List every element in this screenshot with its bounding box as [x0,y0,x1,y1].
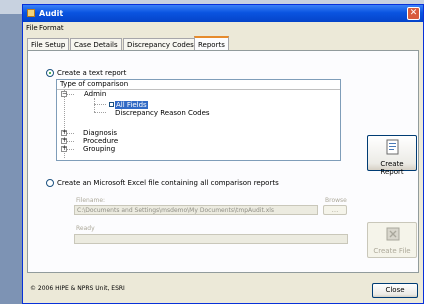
tree-line [94,98,95,112]
expand-diagnosis-icon[interactable]: + [61,130,67,136]
excel-file-icon [386,227,400,241]
tree-item-procedure[interactable]: Procedure [83,137,118,145]
report-doc-icon [386,139,399,155]
text-report-radio[interactable] [46,69,54,77]
create-file-label: Create File [373,247,411,255]
window-title: Audit [39,9,64,18]
create-report-button[interactable]: Create Report [367,135,417,176]
close-icon: ✕ [409,8,418,18]
collapse-admin-icon[interactable]: − [61,91,67,97]
menu-format[interactable]: Format [39,24,64,32]
tree-selection: All Fields [115,101,148,109]
tree-item-admin[interactable]: Admin [84,90,106,98]
tree-line [94,112,106,113]
tree-item-discrepancy-reason-codes[interactable]: Discrepancy Reason Codes [115,109,210,117]
tree-item-grouping[interactable]: Grouping [83,145,115,153]
excel-file-radio[interactable] [46,179,54,187]
copyright-text: © 2006 HIPE & NPRS Unit, ESRI [30,285,125,292]
close-window-button[interactable]: ✕ [407,7,420,20]
all-fields-checkbox[interactable] [109,102,114,107]
close-button[interactable]: Close [372,283,418,298]
filename-field[interactable]: C:\Documents and Settings\msdemo\My Docu… [74,205,318,215]
app-icon [27,9,35,17]
progress-bar [74,234,348,244]
title-bar[interactable]: Audit ✕ [23,5,423,22]
comparison-tree[interactable]: Type of comparison − Admin All Fields Di… [56,79,341,161]
ready-label: Ready [76,225,95,232]
menu-file[interactable]: File [26,24,38,32]
create-file-button[interactable]: Create File [367,222,417,258]
browse-label: Browse [325,197,347,204]
text-report-label: Create a text report [57,69,127,77]
browse-button[interactable]: ... [323,205,347,215]
tree-item-diagnosis[interactable]: Diagnosis [83,129,117,137]
expand-grouping-icon[interactable]: + [61,146,67,152]
expand-procedure-icon[interactable]: + [61,138,67,144]
tree-item-all-fields[interactable]: All Fields [115,101,148,109]
create-report-label: Create Report [380,160,404,176]
tree-line [94,104,106,105]
tree-header: Type of comparison [57,80,340,90]
filename-label: Filename: [76,197,106,204]
excel-file-label: Create an Microsoft Excel file containin… [57,179,279,187]
